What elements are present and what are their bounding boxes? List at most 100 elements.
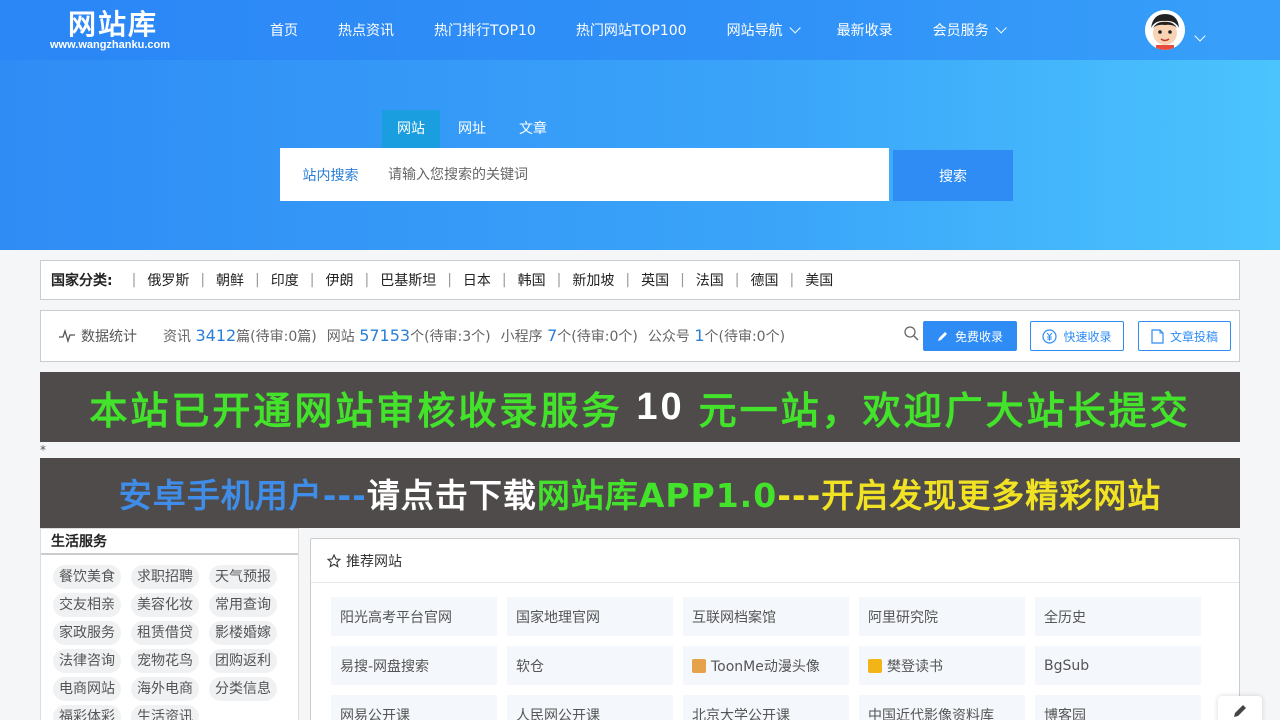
- search-icon[interactable]: [904, 326, 919, 341]
- site-link[interactable]: 中国近代影像资料库: [859, 695, 1025, 720]
- stat-suffix: 篇(待审:0篇): [236, 329, 317, 345]
- search-tab[interactable]: 文章: [504, 110, 562, 148]
- site-link[interactable]: BgSub: [1035, 646, 1201, 685]
- search-button[interactable]: 搜索: [893, 150, 1013, 201]
- banner1-text-1: 本站已开通网站审核收录服务: [89, 388, 623, 433]
- category-tag[interactable]: 生活资讯: [131, 705, 199, 720]
- stat-prefix: 资讯: [163, 329, 191, 345]
- divider: |: [556, 272, 562, 288]
- country-link[interactable]: 日本: [463, 270, 491, 290]
- site-link[interactable]: 樊登读书: [859, 646, 1025, 685]
- stat-count[interactable]: 7: [547, 326, 557, 345]
- category-tag[interactable]: 租赁借贷: [131, 621, 199, 645]
- recommended-sites-panel: 推荐网站 阳光高考平台官网 国家地理官网 互联网档案馆 阿里研究院 全历史易搜-网盘搜索…: [310, 538, 1240, 720]
- site-name: 全历史: [1044, 609, 1086, 626]
- site-link[interactable]: ToonMe动漫头像: [683, 646, 849, 685]
- category-tag[interactable]: 影楼婚嫁: [209, 621, 277, 645]
- site-link[interactable]: 北京大学公开课: [683, 695, 849, 720]
- floating-edit-button[interactable]: [1218, 696, 1262, 720]
- recommended-title: 推荐网站: [311, 539, 1239, 583]
- site-link[interactable]: 全历史: [1035, 597, 1201, 636]
- stats-items: 资讯 3412篇(待审:0篇) 网站 57153个(待审:3个) 小程序 7个(待审…: [163, 326, 795, 346]
- search-scope-label[interactable]: 站内搜索: [280, 165, 381, 185]
- fast-submit-label: 快速收录: [1063, 329, 1112, 344]
- stat-prefix: 小程序: [500, 329, 543, 345]
- site-logo[interactable]: 网站库 www.wangzhanku.com: [50, 8, 190, 54]
- category-tag[interactable]: 分类信息: [209, 677, 277, 701]
- category-tag[interactable]: 电商网站: [53, 677, 121, 701]
- site-name: 阿里研究院: [868, 609, 938, 626]
- category-tag[interactable]: 福彩体彩: [53, 705, 121, 720]
- stat-item: 小程序 7个(待审:0个): [501, 326, 638, 346]
- category-tag[interactable]: 团购返利: [209, 649, 277, 673]
- document-icon: [1151, 328, 1164, 344]
- site-link[interactable]: 易搜-网盘搜索: [331, 646, 497, 685]
- category-tag[interactable]: 宠物花鸟: [131, 649, 199, 673]
- stat-count[interactable]: 1: [694, 326, 704, 345]
- nav-item[interactable]: 首页: [270, 20, 298, 40]
- recommended-title-label: 推荐网站: [346, 553, 402, 570]
- site-link[interactable]: 国家地理官网: [507, 597, 673, 636]
- country-link[interactable]: 俄罗斯: [147, 270, 189, 290]
- site-link[interactable]: 博客园: [1035, 695, 1201, 720]
- country-link[interactable]: 英国: [641, 270, 669, 290]
- country-link[interactable]: 巴基斯坦: [380, 270, 436, 290]
- country-link[interactable]: 新加坡: [572, 270, 614, 290]
- free-submit-label: 免费收录: [954, 329, 1003, 344]
- stat-count[interactable]: 3412: [195, 326, 236, 345]
- category-tag[interactable]: 美容化妆: [131, 593, 199, 617]
- search-tab[interactable]: 网站: [382, 110, 440, 148]
- country-link[interactable]: 美国: [805, 270, 833, 290]
- nav-item[interactable]: 最新收录: [837, 20, 893, 40]
- category-tag[interactable]: 海外电商: [131, 677, 199, 701]
- nav-item-label: 热门排行TOP10: [434, 23, 536, 39]
- category-tag[interactable]: 法律咨询: [53, 649, 121, 673]
- life-services-sidebar: 生活服务 餐饮美食 求职招聘 天气预报交友相亲 美容化妆 常用查询家政服务 租赁借贷 影楼婚…: [40, 528, 299, 720]
- fast-submit-button[interactable]: 快速收录: [1030, 321, 1124, 351]
- category-tag[interactable]: 餐饮美食: [53, 565, 121, 589]
- country-link[interactable]: 朝鲜: [216, 270, 244, 290]
- site-link[interactable]: 人民网公开课: [507, 695, 673, 720]
- stat-suffix: 个(待审:0个): [557, 329, 638, 345]
- search-tab[interactable]: 网址: [443, 110, 501, 148]
- category-tag[interactable]: 天气预报: [209, 565, 277, 589]
- nav-item[interactable]: 热门网站TOP100: [576, 20, 687, 40]
- country-link[interactable]: 伊朗: [325, 270, 353, 290]
- banner-separator: *: [40, 443, 46, 457]
- divider: |: [447, 272, 452, 288]
- sidebar-title: 生活服务: [41, 529, 298, 555]
- site-link[interactable]: 软仓: [507, 646, 673, 685]
- country-link[interactable]: 法国: [696, 270, 724, 290]
- country-link[interactable]: 韩国: [518, 270, 546, 290]
- nav-item[interactable]: 网站导航: [727, 20, 801, 40]
- app-download-banner[interactable]: 安卓手机用户--- 请点击下载 网站库APP1.0 ---开启发现更多精彩网站: [40, 458, 1240, 528]
- divider: |: [131, 272, 137, 288]
- nav-item[interactable]: 热点资讯: [338, 20, 394, 40]
- nav-item[interactable]: 会员服务: [933, 20, 1007, 40]
- banner2-text-3: 网站库APP1.0: [536, 476, 778, 515]
- divider: |: [255, 272, 260, 288]
- country-link[interactable]: 德国: [751, 270, 779, 290]
- divider: |: [501, 272, 507, 288]
- pencil-icon: [937, 332, 947, 341]
- site-link[interactable]: 阿里研究院: [859, 597, 1025, 636]
- nav-item[interactable]: 热门排行TOP10: [434, 20, 536, 40]
- country-category-label: 国家分类:: [51, 273, 113, 289]
- avatar-face-icon: [1145, 10, 1185, 50]
- search-input[interactable]: [381, 148, 889, 201]
- category-tag[interactable]: 求职招聘: [131, 565, 199, 589]
- article-submit-button[interactable]: 文章投稿: [1138, 321, 1231, 351]
- site-link[interactable]: 互联网档案馆: [683, 597, 849, 636]
- site-link[interactable]: 网易公开课: [331, 695, 497, 720]
- stats-title-label: 数据统计: [81, 329, 137, 345]
- stat-count[interactable]: 57153: [359, 326, 410, 345]
- free-submit-button[interactable]: 免费收录: [923, 321, 1017, 351]
- banner2-text-2: 请点击下载: [366, 476, 537, 515]
- site-link[interactable]: 阳光高考平台官网: [331, 597, 497, 636]
- user-avatar[interactable]: [1145, 10, 1185, 50]
- category-tag[interactable]: 常用查询: [209, 593, 277, 617]
- submission-service-banner[interactable]: 本站已开通网站审核收录服务 10 元一站，欢迎广大站长提交: [40, 372, 1240, 442]
- category-tag[interactable]: 交友相亲: [53, 593, 121, 617]
- category-tag[interactable]: 家政服务: [53, 621, 121, 645]
- country-link[interactable]: 印度: [271, 270, 299, 290]
